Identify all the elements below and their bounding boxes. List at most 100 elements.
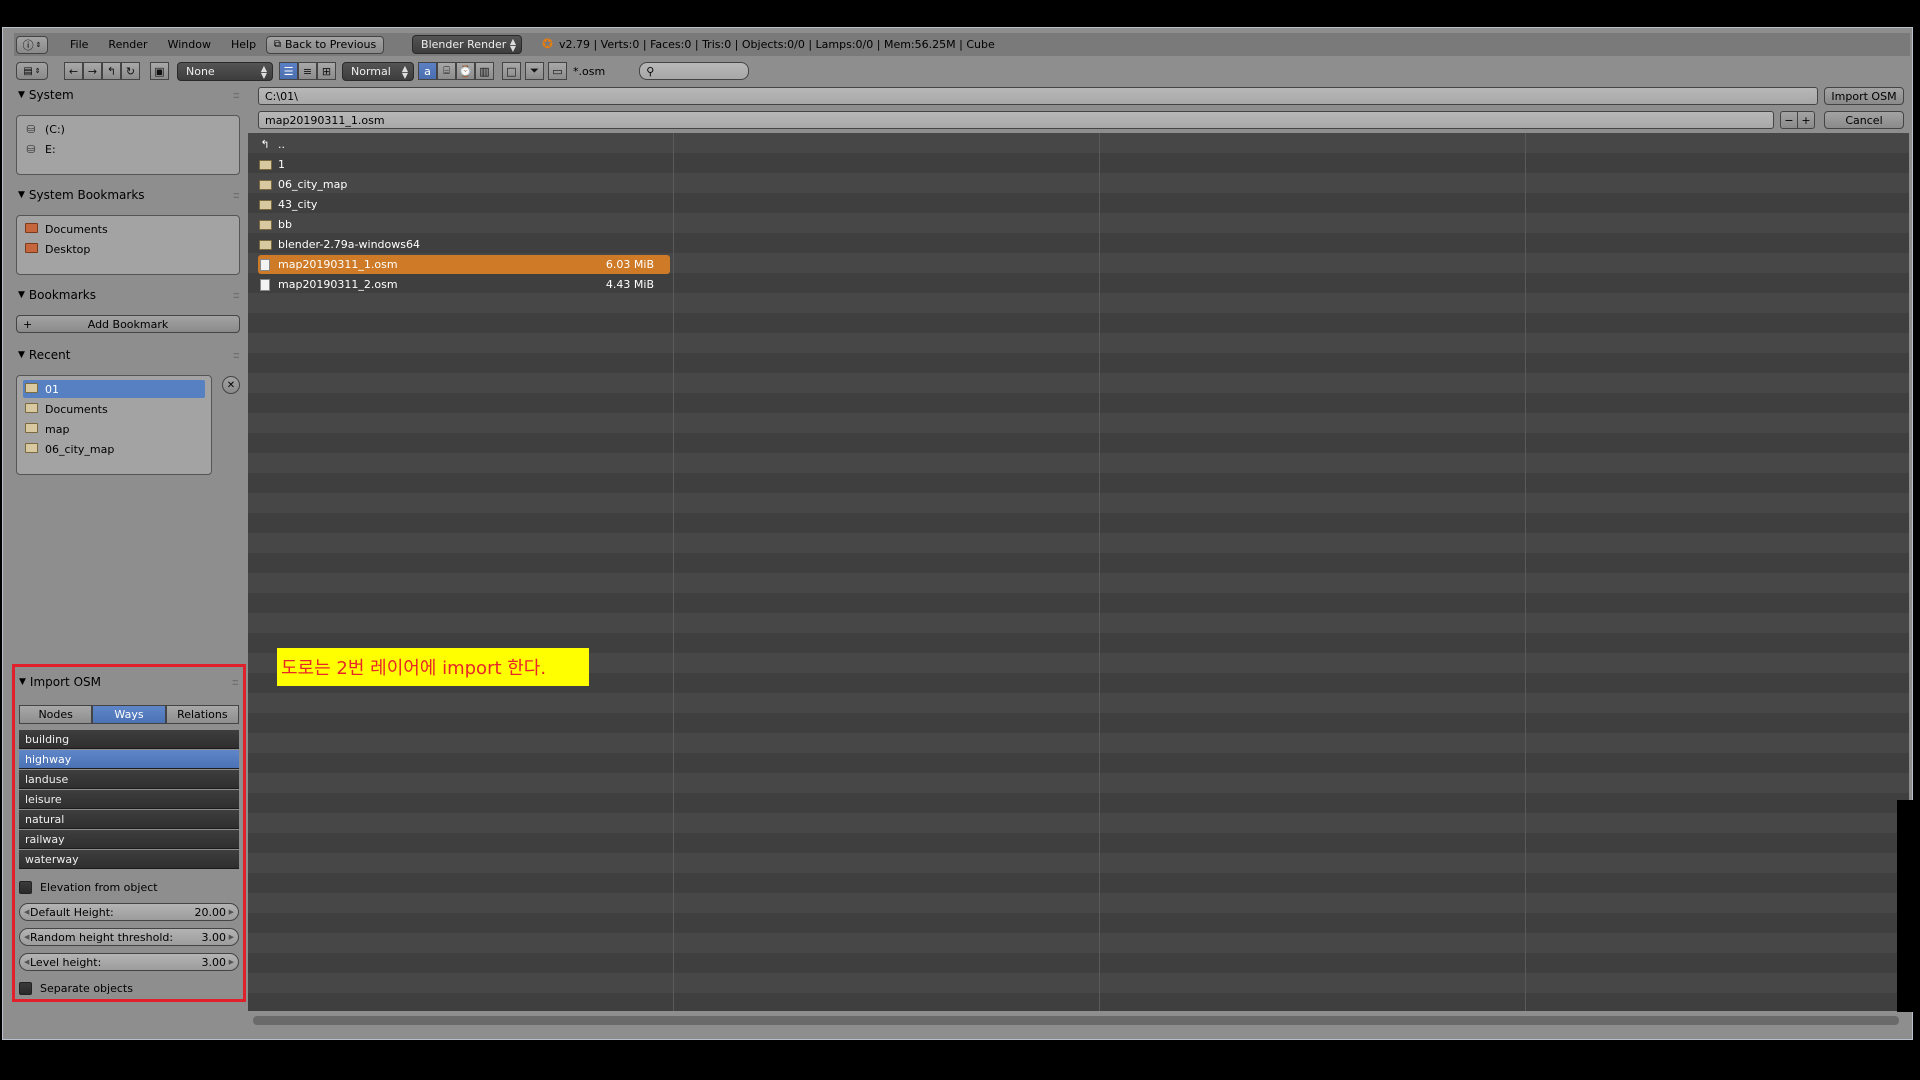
horizontal-scrollbar[interactable] — [253, 1016, 1899, 1025]
tab-ways[interactable]: Ways — [92, 705, 166, 724]
import-osm-header[interactable]: ▼ Import OSM :::: — [19, 673, 241, 691]
menu-render[interactable]: Render — [98, 38, 157, 51]
elevation-from-object-checkbox[interactable]: Elevation from object — [19, 878, 158, 896]
list-item-drive-c[interactable]: ⛁ (C:) — [23, 120, 65, 138]
list-item-desktop[interactable]: Desktop — [23, 240, 90, 258]
clear-recent-button[interactable]: ✕ — [222, 376, 240, 394]
way-item-railway[interactable]: railway — [19, 830, 239, 849]
bookmark-label: Documents — [45, 222, 108, 236]
hide-dot-files-icon[interactable]: □ — [502, 62, 521, 80]
import-osm-panel: ▼ Import OSM :::: Nodes Ways Relations b… — [12, 664, 246, 1002]
file-name: 1 — [278, 158, 285, 171]
status-info: v2.79 | Verts:0 | Faces:0 | Tris:0 | Obj… — [558, 38, 995, 51]
render-engine-dropdown[interactable]: Blender Render ▲ ▼ — [412, 35, 523, 54]
system-panel-header[interactable]: ▼ System :::: — [18, 86, 242, 104]
folder-icon — [23, 402, 39, 416]
disk-icon: ⛁ — [26, 122, 36, 136]
directory-field[interactable]: C:\01\ — [258, 87, 1818, 105]
random-height-threshold-field[interactable]: ◀ Random height threshold: 3.00 ▶ — [19, 928, 239, 946]
decrement-button[interactable]: − — [1780, 111, 1798, 129]
file-row[interactable]: map20190311_2.osm 4.43 MiB — [258, 275, 670, 294]
list-item-documents[interactable]: Documents — [23, 220, 108, 238]
menu-help[interactable]: Help — [221, 38, 266, 51]
increment-button[interactable]: + — [1797, 111, 1815, 129]
long-list-icon[interactable]: ≡ — [298, 62, 317, 80]
column-separator — [673, 133, 674, 1011]
tab-nodes[interactable]: Nodes — [19, 705, 93, 724]
menu-file[interactable]: File — [60, 38, 98, 51]
separate-objects-checkbox[interactable]: Separate objects — [19, 979, 133, 997]
tab-relations[interactable]: Relations — [165, 705, 239, 724]
list-item-documents[interactable]: Documents — [23, 400, 108, 418]
way-item-building[interactable]: building — [19, 730, 239, 749]
grip-icon: :::: — [232, 349, 241, 361]
way-item-waterway[interactable]: waterway — [19, 850, 239, 869]
way-item-leisure[interactable]: leisure — [19, 790, 239, 809]
display-size-dropdown[interactable]: Normal ▲ ▼ — [342, 61, 414, 81]
way-item-landuse[interactable]: landuse — [19, 770, 239, 789]
file-row[interactable]: bb — [258, 215, 670, 234]
filter-icon[interactable]: ⏷ — [525, 62, 544, 80]
file-row[interactable]: 1 — [258, 155, 670, 174]
folder-icon — [258, 179, 272, 190]
add-bookmark-button[interactable]: + Add Bookmark — [16, 315, 240, 333]
drive-label: (C:) — [45, 122, 65, 136]
file-row-parent[interactable]: ↰ .. — [258, 135, 670, 154]
sort-alpha-icon[interactable]: a — [418, 62, 437, 80]
list-item-06-city-map[interactable]: 06_city_map — [23, 440, 114, 458]
list-item-map[interactable]: map — [23, 420, 69, 438]
list-item-01[interactable]: 01 — [23, 380, 205, 398]
filename-field[interactable]: map20190311_1.osm — [258, 111, 1774, 129]
file-row[interactable]: 06_city_map — [258, 175, 670, 194]
left-arrow-icon: ◀ — [24, 933, 30, 941]
import-osm-button[interactable]: Import OSM — [1824, 87, 1904, 105]
filter-glob[interactable]: *.osm — [573, 65, 605, 78]
search-icon: ⚲ — [646, 64, 655, 78]
bookmarks-header[interactable]: ▼ Bookmarks :::: — [18, 286, 242, 304]
search-field[interactable]: ⚲ — [639, 62, 750, 80]
menu-window[interactable]: Window — [158, 38, 221, 51]
grip-icon: :::: — [232, 89, 241, 101]
file-name: map20190311_2.osm — [278, 278, 398, 291]
updown-icon: ⇕ — [34, 67, 41, 75]
back-to-previous-button[interactable]: ⧉ Back to Previous — [266, 35, 385, 54]
file-name: bb — [278, 218, 292, 231]
sort-time-icon[interactable]: ⌚ — [456, 62, 475, 80]
checkbox-box — [19, 880, 32, 894]
short-list-icon[interactable]: ☰ — [279, 62, 298, 80]
back-arrow-icon[interactable]: ← — [64, 62, 83, 80]
refresh-icon[interactable]: ↻ — [121, 62, 140, 80]
forward-arrow-icon[interactable]: → — [83, 62, 102, 80]
folder-icon — [23, 242, 39, 256]
cancel-button[interactable]: Cancel — [1824, 111, 1904, 129]
file-row[interactable]: blender-2.79a-windows64 — [258, 235, 670, 254]
folder-icon — [258, 159, 272, 170]
updown-icon: ⇕ — [35, 40, 42, 49]
list-item-drive-e[interactable]: ⛁ E: — [23, 140, 55, 158]
way-item-natural[interactable]: natural — [19, 810, 239, 829]
editor-type-button-2[interactable]: ▤ ⇕ — [16, 62, 48, 80]
render-engine-label: Blender Render — [421, 38, 507, 51]
collapse-triangle-icon: ▼ — [18, 350, 25, 360]
file-row[interactable]: 43_city — [258, 195, 670, 214]
new-folder-icon[interactable]: ▣ — [150, 62, 169, 80]
file-size: 4.43 MiB — [605, 278, 654, 291]
level-height-field[interactable]: ◀ Level height: 3.00 ▶ — [19, 953, 239, 971]
thumbnails-icon[interactable]: ⊞ — [317, 62, 336, 80]
system-bookmarks-header[interactable]: ▼ System Bookmarks :::: — [18, 186, 242, 204]
filter-folder-icon[interactable]: ▭ — [548, 62, 567, 80]
file-row-selected[interactable]: map20190311_1.osm 6.03 MiB — [258, 255, 670, 274]
recursion-dropdown[interactable]: None ▲ ▼ — [177, 61, 273, 81]
sort-size-icon[interactable]: ▥ — [475, 62, 494, 80]
system-bookmarks-title: System Bookmarks — [28, 188, 145, 202]
recent-header[interactable]: ▼ Recent :::: — [18, 346, 242, 364]
parent-dir-icon[interactable]: ↰ — [102, 62, 121, 80]
way-item-highway[interactable]: highway — [19, 750, 239, 769]
sort-ext-icon[interactable]: ⌸ — [437, 62, 456, 80]
collapse-triangle-icon: ▼ — [18, 290, 25, 300]
display-size-label: Normal — [351, 64, 391, 78]
right-arrow-icon: ▶ — [228, 908, 234, 916]
default-height-field[interactable]: ◀ Default Height: 20.00 ▶ — [19, 903, 239, 921]
column-separator — [1525, 133, 1526, 1011]
editor-type-button[interactable]: ⓘ ⇕ — [16, 35, 48, 54]
